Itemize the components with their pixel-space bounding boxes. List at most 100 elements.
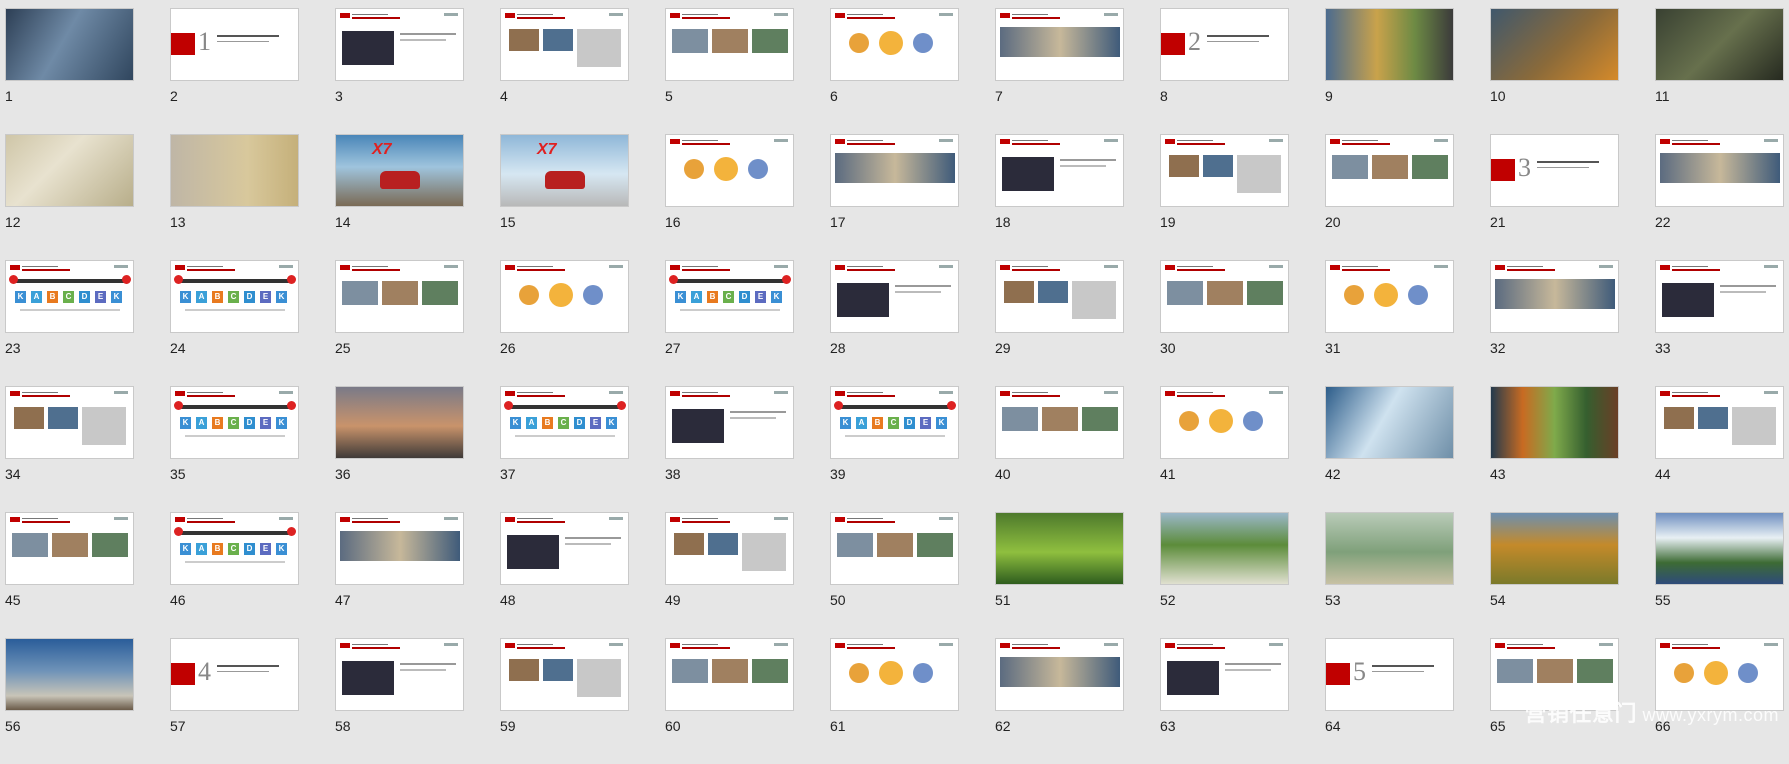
slide-preview[interactable]: KABCDEK <box>170 260 299 333</box>
slide-preview[interactable] <box>995 386 1124 459</box>
slide-thumbnail-19[interactable]: 19 <box>1160 134 1289 260</box>
slide-preview[interactable]: 3 <box>1490 134 1619 207</box>
slide-preview[interactable] <box>1655 260 1784 333</box>
slide-thumbnail-32[interactable]: 32 <box>1490 260 1619 386</box>
slide-thumbnail-16[interactable]: 16 <box>665 134 794 260</box>
slide-preview[interactable] <box>5 134 134 207</box>
slide-preview[interactable] <box>1490 386 1619 459</box>
slide-thumbnail-23[interactable]: K A B C D E K 23 <box>5 260 134 386</box>
slide-thumbnail-33[interactable]: 33 <box>1655 260 1784 386</box>
slide-preview[interactable] <box>995 260 1124 333</box>
slide-thumbnail-62[interactable]: 62 <box>995 638 1124 764</box>
slide-preview[interactable] <box>830 638 959 711</box>
slide-preview[interactable] <box>1490 260 1619 333</box>
slide-thumbnail-26[interactable]: 26 <box>500 260 629 386</box>
slide-preview[interactable] <box>335 638 464 711</box>
slide-thumbnail-50[interactable]: 50 <box>830 512 959 638</box>
slide-preview[interactable] <box>1490 512 1619 585</box>
slide-preview[interactable] <box>665 134 794 207</box>
slide-thumbnail-4[interactable]: 4 <box>500 8 629 134</box>
slide-preview[interactable] <box>830 260 959 333</box>
slide-preview[interactable] <box>1160 134 1289 207</box>
slide-thumbnail-24[interactable]: K A B C D E K 24 <box>170 260 299 386</box>
slide-thumbnail-46[interactable]: K A B C D E K 46 <box>170 512 299 638</box>
slide-preview[interactable]: 5 <box>1325 638 1454 711</box>
slide-thumbnail-44[interactable]: 44 <box>1655 386 1784 512</box>
slide-thumbnail-13[interactable]: 13 <box>170 134 299 260</box>
slide-preview[interactable] <box>1325 8 1454 81</box>
slide-thumbnail-36[interactable]: 36 <box>335 386 464 512</box>
slide-preview[interactable] <box>500 8 629 81</box>
slide-preview[interactable] <box>665 638 794 711</box>
slide-preview[interactable] <box>500 512 629 585</box>
slide-thumbnail-55[interactable]: 55 <box>1655 512 1784 638</box>
slide-preview[interactable] <box>1655 8 1784 81</box>
slide-thumbnail-39[interactable]: K A B C D E K 39 <box>830 386 959 512</box>
slide-preview[interactable] <box>995 134 1124 207</box>
slide-thumbnail-34[interactable]: 34 <box>5 386 134 512</box>
slide-thumbnail-11[interactable]: 11 <box>1655 8 1784 134</box>
slide-preview[interactable] <box>1325 386 1454 459</box>
slide-preview[interactable] <box>500 260 629 333</box>
slide-preview[interactable]: 1 <box>170 8 299 81</box>
slide-preview[interactable] <box>830 134 959 207</box>
slide-preview[interactable]: X7 <box>500 134 629 207</box>
slide-preview[interactable] <box>1160 512 1289 585</box>
slide-preview[interactable]: KABCDEK <box>830 386 959 459</box>
slide-thumbnail-48[interactable]: 48 <box>500 512 629 638</box>
slide-preview[interactable] <box>830 8 959 81</box>
slide-preview[interactable] <box>665 8 794 81</box>
slide-thumbnail-42[interactable]: 42 <box>1325 386 1454 512</box>
slide-thumbnail-38[interactable]: 38 <box>665 386 794 512</box>
slide-preview[interactable] <box>1655 134 1784 207</box>
slide-preview[interactable] <box>335 260 464 333</box>
slide-thumbnail-2[interactable]: 12 <box>170 8 299 134</box>
slide-thumbnail-30[interactable]: 30 <box>1160 260 1289 386</box>
slide-preview[interactable] <box>1160 260 1289 333</box>
slide-thumbnail-20[interactable]: 20 <box>1325 134 1454 260</box>
slide-thumbnail-14[interactable]: X7 14 <box>335 134 464 260</box>
slide-preview[interactable] <box>1490 8 1619 81</box>
slide-preview[interactable] <box>5 512 134 585</box>
slide-thumbnail-1[interactable]: 1 <box>5 8 134 134</box>
slide-thumbnail-28[interactable]: 28 <box>830 260 959 386</box>
slide-thumbnail-15[interactable]: X7 15 <box>500 134 629 260</box>
slide-thumbnail-63[interactable]: 63 <box>1160 638 1289 764</box>
slide-thumbnail-12[interactable]: 12 <box>5 134 134 260</box>
slide-thumbnail-52[interactable]: 52 <box>1160 512 1289 638</box>
slide-preview[interactable] <box>5 638 134 711</box>
slide-thumbnail-25[interactable]: 25 <box>335 260 464 386</box>
slide-preview[interactable]: 4 <box>170 638 299 711</box>
slide-thumbnail-3[interactable]: 3 <box>335 8 464 134</box>
slide-thumbnail-57[interactable]: 4 57 <box>170 638 299 764</box>
slide-thumbnail-31[interactable]: 31 <box>1325 260 1454 386</box>
slide-preview[interactable] <box>1655 512 1784 585</box>
slide-preview[interactable]: 2 <box>1160 8 1289 81</box>
slide-preview[interactable] <box>5 8 134 81</box>
slide-thumbnail-37[interactable]: K A B C D E K 37 <box>500 386 629 512</box>
slide-preview[interactable]: X7 <box>335 134 464 207</box>
slide-thumbnail-18[interactable]: 18 <box>995 134 1124 260</box>
slide-thumbnail-22[interactable]: 22 <box>1655 134 1784 260</box>
slide-preview[interactable] <box>335 512 464 585</box>
slide-thumbnail-21[interactable]: 3 21 <box>1490 134 1619 260</box>
slide-thumbnail-5[interactable]: 5 <box>665 8 794 134</box>
slide-thumbnail-49[interactable]: 49 <box>665 512 794 638</box>
slide-preview[interactable] <box>1655 386 1784 459</box>
slide-thumbnail-35[interactable]: K A B C D E K 35 <box>170 386 299 512</box>
slide-preview[interactable] <box>1160 638 1289 711</box>
slide-thumbnail-51[interactable]: 51 <box>995 512 1124 638</box>
slide-thumbnail-41[interactable]: 41 <box>1160 386 1289 512</box>
slide-thumbnail-58[interactable]: 58 <box>335 638 464 764</box>
slide-thumbnail-53[interactable]: 53 <box>1325 512 1454 638</box>
slide-thumbnail-27[interactable]: K A B C D E K 27 <box>665 260 794 386</box>
slide-thumbnail-7[interactable]: 7 <box>995 8 1124 134</box>
slide-preview[interactable]: KABCDEK <box>170 386 299 459</box>
slide-thumbnail-8[interactable]: 28 <box>1160 8 1289 134</box>
slide-thumbnail-54[interactable]: 54 <box>1490 512 1619 638</box>
slide-thumbnail-60[interactable]: 60 <box>665 638 794 764</box>
slide-thumbnail-6[interactable]: 6 <box>830 8 959 134</box>
slide-preview[interactable]: KABCDEK <box>5 260 134 333</box>
slide-thumbnail-40[interactable]: 40 <box>995 386 1124 512</box>
slide-thumbnail-56[interactable]: 56 <box>5 638 134 764</box>
